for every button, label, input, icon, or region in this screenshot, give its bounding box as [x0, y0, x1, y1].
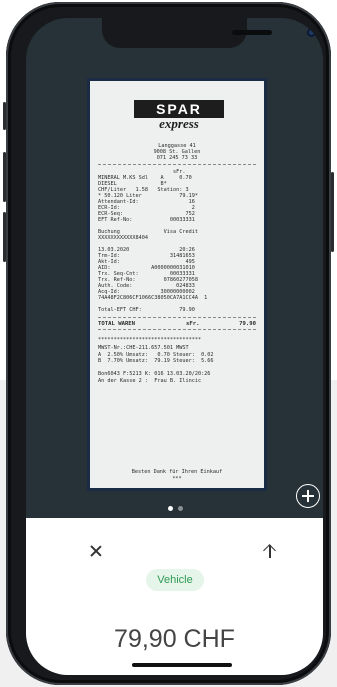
phone-frame: SPAR express Langgasse 41 9008 St. Galle…	[3, 2, 334, 685]
plus-circle-icon[interactable]	[296, 484, 320, 508]
tax-line: A 2.50% Umsatz: 0.70 Steuer: 0.02	[98, 351, 214, 358]
notch	[102, 18, 316, 48]
spar-logo: SPAR express	[134, 100, 224, 138]
receipt-image[interactable]: SPAR express Langgasse 41 9008 St. Galle…	[87, 78, 267, 491]
total-value: 79.90	[239, 321, 256, 327]
pager-dot[interactable]	[178, 506, 183, 511]
camera-icon	[307, 28, 316, 37]
tax-line: B 7.70% Umsatz: 79.19 Steuer: 5.66	[98, 358, 214, 364]
logo-express-text: express	[159, 116, 199, 131]
divider	[98, 329, 256, 330]
stars-line: *********************************	[98, 337, 202, 343]
home-indicator[interactable]	[132, 663, 232, 667]
amount-total: 79,90 CHF	[114, 625, 235, 653]
store-phone: 071 245 73 33	[156, 155, 198, 161]
receipt-line: XXXXXXXXXXXX8404	[98, 235, 148, 241]
volume-up-button	[3, 152, 6, 202]
receipt-line: 74A48F2C806CF1066C38050CA7A1CC4A 1	[98, 295, 208, 301]
tax-line: Bon6043 F:5213 K: 016 13.03.20/20:26	[98, 371, 211, 377]
phone-screen: SPAR express Langgasse 41 9008 St. Galle…	[26, 18, 323, 675]
close-icon[interactable]	[86, 541, 106, 561]
power-button	[331, 172, 334, 252]
speaker	[232, 30, 272, 35]
receipt-paper: SPAR express Langgasse 41 9008 St. Galle…	[90, 81, 264, 488]
pager-dot-active[interactable]	[168, 506, 173, 511]
category-tag[interactable]: Vehicle	[146, 569, 204, 591]
receipt-line: Total-EFT CHF: 79.90	[98, 307, 195, 313]
footer-stars: ***	[172, 476, 182, 482]
divider	[98, 164, 256, 165]
tax-line: An der Kasse 2 : Frau B. Ilincic	[98, 377, 202, 384]
total-currency: sFr.	[186, 321, 200, 327]
mute-switch	[3, 102, 6, 130]
footer-thanks: Besten Dank für Ihren Einkauf	[131, 469, 223, 475]
divider	[98, 317, 256, 318]
receipt-line: EFT Ref-No: 00033331	[98, 217, 195, 223]
tax-line: MWST-Nr.:CHE-211.657.501 MWST	[98, 345, 189, 351]
volume-down-button	[3, 212, 6, 262]
arrow-up-icon[interactable]	[260, 541, 280, 561]
